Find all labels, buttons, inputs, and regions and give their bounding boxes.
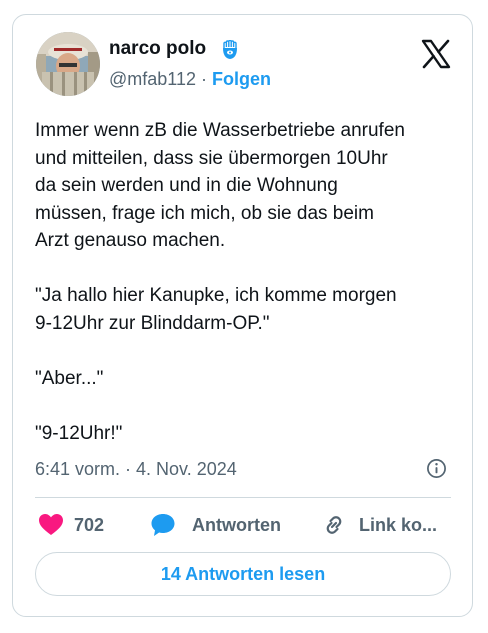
speech-bubble-icon [151,514,175,536]
tweet-timestamp[interactable]: 6:41 vorm. · 4. Nov. 2024 [35,459,237,480]
like-button[interactable]: 702 [38,513,104,537]
divider [35,497,451,498]
info-icon[interactable] [426,458,447,479]
heart-icon [39,514,63,535]
copy-link-button[interactable]: Link ko... [321,513,437,537]
author-handle[interactable]: @mfab112 [109,69,196,89]
author-display-name[interactable]: narco polo [109,38,206,60]
separator-dot: · [201,69,208,89]
avatar-image [36,32,100,96]
hamsa-badge-icon [223,40,237,59]
link-icon [326,516,342,534]
read-replies-button[interactable]: 14 Antworten lesen [35,552,451,596]
reply-button[interactable]: Antworten [150,513,281,537]
tweet-text: Immer wenn zB die Wasserbetriebe anrufen… [35,120,405,444]
copy-link-label: Link ko... [359,514,438,535]
follow-button[interactable]: Folgen [212,69,271,89]
tweet-card: narco polo @mfab112 · Folgen Immer wenn … [12,14,473,617]
reply-label: Antworten [192,514,281,535]
author-handle-row: @mfab112 · Folgen [109,69,271,90]
like-count: 702 [74,514,105,535]
x-logo-icon[interactable] [421,39,451,69]
avatar[interactable] [36,32,100,96]
